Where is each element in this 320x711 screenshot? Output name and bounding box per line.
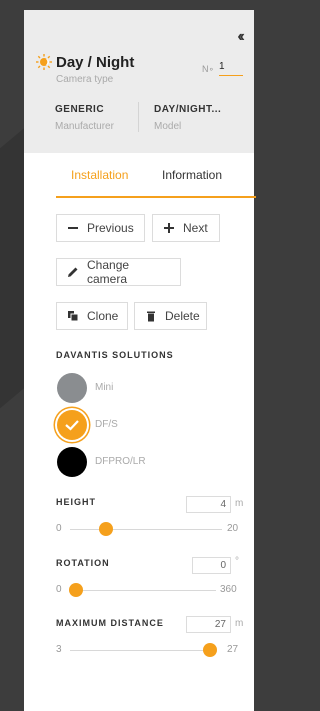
- next-label: Next: [183, 221, 208, 235]
- max-distance-min: 3: [56, 644, 62, 655]
- solution-dfpro-radio[interactable]: [57, 447, 87, 477]
- height-track: [70, 529, 222, 530]
- model-label: Model: [154, 121, 182, 132]
- camera-number-input[interactable]: 1: [219, 61, 243, 76]
- max-distance-input[interactable]: 27: [186, 616, 231, 633]
- delete-button[interactable]: Delete: [134, 302, 207, 330]
- height-unit: m: [235, 498, 244, 509]
- solution-dfs-radio[interactable]: [57, 410, 87, 440]
- model-value: DAY/NIGHT...: [154, 104, 222, 115]
- tab-information[interactable]: Information: [162, 168, 222, 182]
- tab-installation[interactable]: Installation: [71, 168, 128, 182]
- camera-type-label: Camera type: [56, 74, 114, 85]
- next-button[interactable]: Next: [152, 214, 220, 242]
- copy-icon: [67, 310, 79, 322]
- delete-label: Delete: [165, 309, 200, 323]
- change-camera-label: Change camera: [87, 258, 130, 286]
- manufacturer-block: GENERIC Manufacturer: [55, 104, 114, 132]
- max-distance-slider-thumb[interactable]: [203, 643, 217, 657]
- rotation-input[interactable]: 0: [192, 557, 231, 574]
- previous-button[interactable]: Previous: [56, 214, 145, 242]
- minus-icon: [67, 222, 79, 234]
- model-block: DAY/NIGHT... Model: [154, 104, 221, 132]
- height-max: 20: [227, 523, 239, 534]
- collapse-icon[interactable]: ‹‹: [237, 28, 244, 46]
- height-input[interactable]: 4: [186, 496, 231, 513]
- rotation-slider-thumb[interactable]: [69, 583, 83, 597]
- max-distance-title: MAXIMUM DISTANCE: [56, 618, 164, 628]
- rotation-unit: °: [235, 556, 239, 567]
- day-night-icon: [36, 54, 52, 70]
- solution-dfs-label: DF/S: [95, 419, 118, 430]
- clone-label: Clone: [87, 309, 119, 323]
- rotation-track: [70, 590, 216, 591]
- meta-divider: [138, 102, 139, 132]
- rotation-max: 360: [220, 584, 237, 595]
- max-distance-track: [70, 650, 216, 651]
- clone-button[interactable]: Clone: [56, 302, 128, 330]
- check-icon: [65, 420, 79, 431]
- pencil-icon: [67, 266, 79, 278]
- camera-header: ‹‹ Day / Night Camera type N∘ 1 GENERIC …: [24, 10, 254, 153]
- number-label: N∘: [202, 64, 215, 74]
- manufacturer-label: Manufacturer: [55, 121, 114, 132]
- max-distance-unit: m: [235, 618, 244, 629]
- previous-label: Previous: [87, 221, 134, 235]
- solution-mini-radio[interactable]: [57, 373, 87, 403]
- plus-icon: [163, 222, 175, 234]
- height-title: HEIGHT: [56, 497, 97, 507]
- solution-mini-label: Mini: [95, 382, 114, 393]
- height-slider-thumb[interactable]: [99, 522, 113, 536]
- tab-underline: [56, 196, 256, 198]
- camera-name: Day / Night: [56, 54, 135, 71]
- rotation-min: 0: [56, 584, 62, 595]
- max-distance-max: 27: [227, 644, 239, 655]
- trash-icon: [145, 310, 157, 322]
- height-min: 0: [56, 523, 62, 534]
- change-camera-button[interactable]: Change camera: [56, 258, 181, 286]
- solutions-title: DAVANTIS SOLUTIONS: [56, 350, 174, 360]
- manufacturer-value: GENERIC: [55, 104, 105, 115]
- solution-dfpro-label: DFPRO/LR: [95, 456, 146, 467]
- camera-panel: ‹‹ Day / Night Camera type N∘ 1 GENERIC …: [24, 10, 256, 711]
- rotation-title: ROTATION: [56, 558, 110, 568]
